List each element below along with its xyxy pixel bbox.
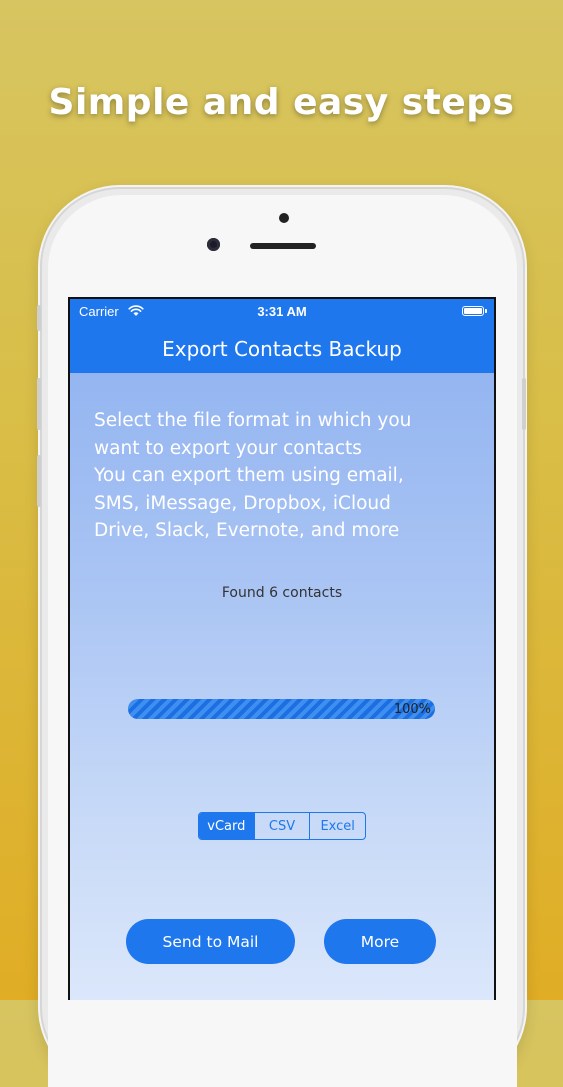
- phone-volume-up: [37, 378, 41, 430]
- status-bar: Carrier 3:31 AM: [70, 299, 494, 323]
- front-camera-icon: [207, 238, 220, 251]
- send-to-mail-button[interactable]: Send to Mail: [126, 919, 295, 964]
- progress-percent-label: 100%: [393, 702, 431, 717]
- format-selector: vCard CSV Excel: [198, 812, 366, 840]
- battery-icon: [462, 306, 487, 316]
- format-option-csv[interactable]: CSV: [255, 813, 311, 839]
- promo-title: Simple and easy steps: [48, 82, 515, 123]
- instructions-text: Select the file format in which you want…: [94, 410, 412, 541]
- phone-volume-down: [37, 455, 41, 507]
- format-option-excel[interactable]: Excel: [310, 813, 365, 839]
- page-title: Export Contacts Backup: [162, 337, 402, 361]
- navigation-bar: Export Contacts Backup: [70, 323, 494, 373]
- earpiece-speaker: [250, 243, 316, 249]
- phone-power-button: [522, 378, 526, 430]
- format-option-vcard[interactable]: vCard: [199, 813, 255, 839]
- phone-screen: Carrier 3:31 AM Export Contacts Backup S…: [68, 297, 496, 1000]
- app-screen: Carrier 3:31 AM Export Contacts Backup S…: [70, 299, 494, 1000]
- phone-side-button: [37, 305, 41, 331]
- contacts-found-label: Found 6 contacts: [221, 585, 343, 601]
- status-time: 3:31 AM: [257, 304, 307, 319]
- proximity-sensor: [279, 213, 289, 223]
- progress-fill: [128, 699, 435, 719]
- export-progress-bar: 100%: [128, 699, 435, 719]
- more-button[interactable]: More: [324, 919, 436, 964]
